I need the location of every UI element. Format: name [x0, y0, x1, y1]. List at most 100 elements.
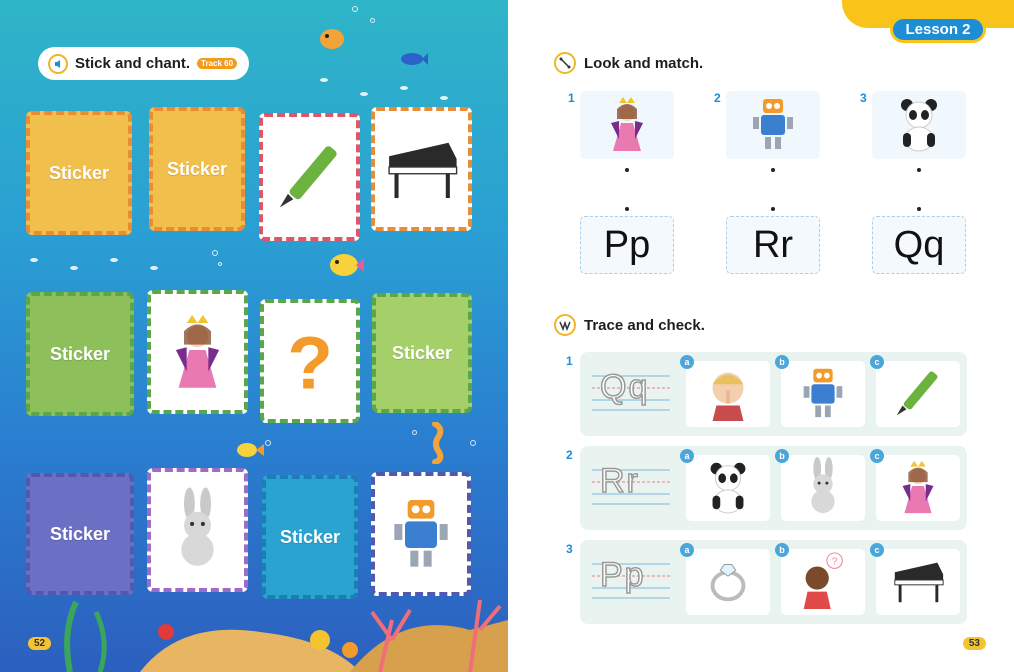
item-number: 3	[860, 91, 867, 105]
left-page: Stick and chant. Track 60 Sticker Sticker…	[0, 0, 508, 672]
sticker-slot[interactable]: Sticker	[372, 293, 472, 413]
audio-icon[interactable]	[48, 53, 68, 74]
trace-letters[interactable]: Qq	[599, 367, 649, 407]
trace-letters[interactable]: Pp	[599, 555, 646, 595]
question-mark-icon: ?	[270, 309, 350, 414]
svg-text:?: ?	[287, 320, 333, 404]
match-dot[interactable]	[771, 168, 775, 172]
bubble	[265, 440, 271, 446]
picture-card	[371, 107, 472, 231]
option-label: c	[870, 543, 884, 557]
option-label: a	[680, 449, 694, 463]
option-label: a	[680, 355, 694, 369]
match-dot[interactable]	[625, 168, 629, 172]
sticker-slot[interactable]: Sticker	[26, 473, 134, 595]
answer-option[interactable]: a	[680, 355, 770, 427]
item-number: 2	[714, 91, 721, 105]
option-label: b	[775, 449, 789, 463]
sticker-slot[interactable]: Sticker	[26, 111, 132, 235]
sticker-label: Sticker	[49, 523, 111, 544]
small-fish-icon	[440, 96, 448, 100]
pen-icon	[889, 363, 947, 426]
seahorse-icon	[432, 422, 444, 464]
letter-box: Pp	[580, 216, 674, 274]
bubble	[212, 250, 218, 256]
trace-row: Qq a b c	[580, 352, 967, 436]
item-number: 1	[568, 91, 575, 105]
robot-icon	[794, 363, 852, 426]
row-number: 3	[566, 542, 573, 556]
match-picture	[726, 91, 820, 159]
svg-text:?: ?	[832, 556, 838, 567]
panda-icon	[699, 457, 757, 520]
small-fish-icon	[110, 258, 118, 262]
answer-option[interactable]: c	[870, 449, 960, 521]
boy-shush-icon	[699, 363, 757, 426]
lesson-badge: Lesson 2	[890, 16, 986, 43]
answer-option[interactable]: a	[680, 543, 770, 615]
small-fish-icon	[400, 86, 408, 90]
sticker-slot[interactable]: Sticker	[26, 292, 134, 416]
bubble	[218, 262, 222, 266]
page-number-right: 53	[962, 637, 986, 650]
match-dot[interactable]	[625, 207, 629, 211]
small-fish-icon	[30, 258, 38, 262]
sticker-label: Sticker	[48, 162, 110, 183]
piano-icon	[381, 117, 462, 222]
answer-option[interactable]: c	[870, 355, 960, 427]
small-fish-icon	[320, 78, 328, 82]
piano-icon	[889, 551, 947, 614]
rabbit-icon	[157, 478, 238, 583]
row-number: 2	[566, 448, 573, 462]
answer-option[interactable]: a	[680, 449, 770, 521]
option-label: b	[775, 355, 789, 369]
pen-icon	[269, 123, 350, 232]
right-page: Lesson 2 Look and match. 1 Pp 2 Rr 3 Qq Trace…	[508, 0, 1014, 672]
section-title: Stick and chant.	[75, 55, 191, 72]
rabbit-icon	[794, 456, 852, 520]
sticker-label: Sticker	[49, 343, 111, 364]
answer-option[interactable]: b	[775, 449, 865, 521]
sticker-slot[interactable]: Sticker	[149, 107, 245, 231]
bubble	[412, 430, 417, 435]
option-label: a	[680, 543, 694, 557]
trace-row: Rr a b c	[580, 446, 967, 530]
match-picture	[580, 91, 674, 159]
match-dot[interactable]	[917, 207, 921, 211]
trace-row: Pp a b? c	[580, 540, 967, 624]
answer-option[interactable]: c	[870, 543, 960, 615]
yellow-fish-icon	[330, 254, 364, 276]
blue-fish-icon	[401, 53, 428, 65]
letter-box: Qq	[872, 216, 966, 274]
match-icon	[554, 52, 576, 74]
bubble	[470, 440, 476, 446]
small-fish-icon	[150, 266, 158, 270]
picture-card	[147, 468, 248, 592]
trace-letters[interactable]: Rr	[599, 461, 640, 501]
queen-icon	[889, 457, 947, 520]
option-label: c	[870, 355, 884, 369]
sticker-label: Sticker	[166, 158, 228, 179]
bubble	[370, 18, 375, 23]
trace-icon	[554, 314, 576, 336]
robot-icon	[743, 93, 803, 158]
answer-option[interactable]: b	[775, 355, 865, 427]
look-and-match-title: Look and match.	[554, 52, 703, 74]
row-number: 1	[566, 354, 573, 368]
pufferfish-icon	[320, 29, 344, 49]
match-dot[interactable]	[917, 168, 921, 172]
bubble	[352, 6, 358, 12]
answer-option[interactable]: b?	[775, 543, 865, 615]
sticker-slot[interactable]: Sticker	[262, 475, 358, 599]
queen-icon	[157, 300, 238, 405]
girl-question-icon: ?	[794, 551, 852, 614]
small-fish-icon	[360, 92, 368, 96]
match-dot[interactable]	[771, 207, 775, 211]
stick-and-chant-title: Stick and chant. Track 60	[38, 47, 249, 80]
match-picture	[872, 91, 966, 159]
letter-box: Rr	[726, 216, 820, 274]
track-badge: Track 60	[197, 58, 238, 69]
robot-icon	[381, 482, 461, 587]
picture-card	[147, 290, 248, 414]
picture-card: ?	[260, 299, 360, 423]
